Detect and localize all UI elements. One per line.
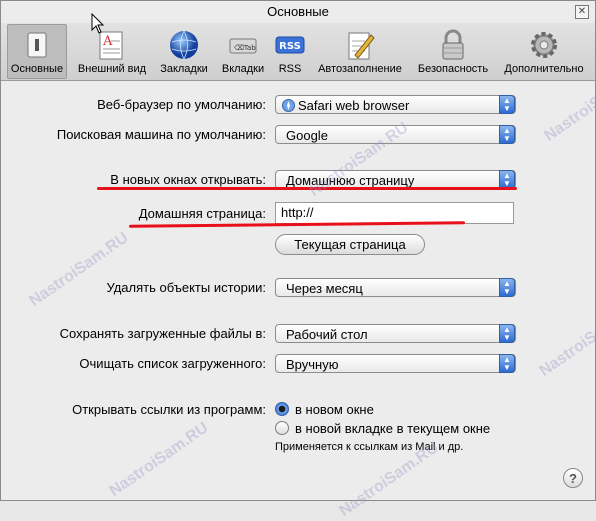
search-engine-label: Поисковая машина по умолчанию:: [56, 127, 266, 142]
switch-icon: [20, 29, 54, 61]
homepage-label: Домашняя страница:: [138, 206, 266, 221]
homepage-field[interactable]: http://: [275, 202, 514, 224]
default-browser-popup[interactable]: Safari web browser ▲ ▼: [275, 95, 516, 114]
tabs-icon: ⌫Tab: [226, 29, 260, 61]
open-links-new-window-radio[interactable]: [275, 402, 289, 416]
new-windows-label: В новых окнах открывать:: [110, 172, 266, 187]
tab-appearance-label: Внешний вид: [77, 63, 147, 75]
general-pane: Веб-браузер по умолчанию: Safari web bro…: [1, 81, 595, 500]
tab-autofill-label: Автозаполнение: [318, 63, 402, 75]
mouse-cursor-icon: [91, 13, 105, 34]
open-links-new-window-label: в новом окне: [295, 402, 374, 417]
rss-badge-text: RSS: [279, 41, 301, 52]
popup-arrows-icon: ▲ ▼: [499, 278, 515, 297]
open-links-new-tab-radio[interactable]: [275, 421, 289, 435]
close-icon[interactable]: ✕: [575, 5, 589, 19]
tab-autofill[interactable]: Автозаполнение: [313, 25, 407, 78]
tab-bookmarks-label: Закладки: [160, 63, 208, 75]
lock-icon: [436, 29, 470, 61]
tab-rss[interactable]: RSS RSS: [269, 25, 311, 78]
clear-downloads-value: Вручную: [286, 357, 339, 372]
rss-icon: RSS: [273, 29, 307, 61]
popup-arrows-icon: ▲ ▼: [499, 324, 515, 343]
default-browser-value: Safari web browser: [298, 98, 410, 113]
clear-downloads-popup[interactable]: Вручную ▲ ▼: [275, 354, 516, 373]
tab-badge-text: ⌫Tab: [234, 44, 256, 52]
popup-arrows-icon: ▲ ▼: [499, 354, 515, 373]
tab-bookmarks[interactable]: Закладки: [155, 25, 213, 78]
open-links-label: Открывать ссылки из программ:: [72, 402, 266, 417]
tab-security[interactable]: Безопасность: [413, 25, 493, 78]
open-links-note: Применяется к ссылкам из Mail и др.: [275, 441, 464, 453]
tab-tabs[interactable]: ⌫Tab Вкладки: [215, 25, 271, 78]
preferences-window: Основные ✕ Основные A Внешний вид Заклад…: [0, 0, 596, 520]
set-current-page-button[interactable]: Текущая страница: [275, 234, 425, 255]
safari-compass-icon: [282, 99, 295, 112]
help-button[interactable]: ?: [563, 468, 583, 488]
tab-appearance[interactable]: A Внешний вид: [71, 25, 153, 78]
default-browser-label: Веб-браузер по умолчанию:: [97, 97, 266, 112]
gear-icon: [527, 29, 561, 61]
downloads-label: Сохранять загруженные файлы в:: [59, 326, 266, 341]
popup-arrows-icon: ▲ ▼: [499, 95, 515, 114]
search-engine-popup[interactable]: Google ▲ ▼: [275, 125, 516, 144]
tab-advanced-label: Дополнительно: [504, 63, 584, 75]
tab-security-label: Безопасность: [417, 63, 489, 75]
clear-downloads-label: Очищать список загруженного:: [79, 356, 266, 371]
pencil-icon: [343, 29, 377, 61]
downloads-value: Рабочий стол: [286, 327, 368, 342]
highlight-underline: [128, 221, 466, 228]
tab-advanced[interactable]: Дополнительно: [499, 25, 589, 78]
tab-tabs-label: Вкладки: [221, 63, 265, 75]
downloads-popup[interactable]: Рабочий стол ▲ ▼: [275, 324, 516, 343]
history-popup[interactable]: Через месяц ▲ ▼: [275, 278, 516, 297]
open-links-new-tab-label: в новой вкладке в текущем окне: [295, 421, 491, 436]
search-engine-value: Google: [286, 128, 328, 143]
new-windows-value: Домашнюю страницу: [286, 173, 415, 188]
popup-arrows-icon: ▲ ▼: [499, 125, 515, 144]
history-value: Через месяц: [286, 281, 363, 296]
tab-rss-label: RSS: [278, 63, 302, 75]
tab-general[interactable]: Основные: [7, 24, 67, 79]
highlight-underline: [97, 187, 517, 190]
tab-general-label: Основные: [10, 63, 64, 75]
history-label: Удалять объекты истории:: [106, 280, 266, 295]
globe-icon: [167, 29, 201, 61]
